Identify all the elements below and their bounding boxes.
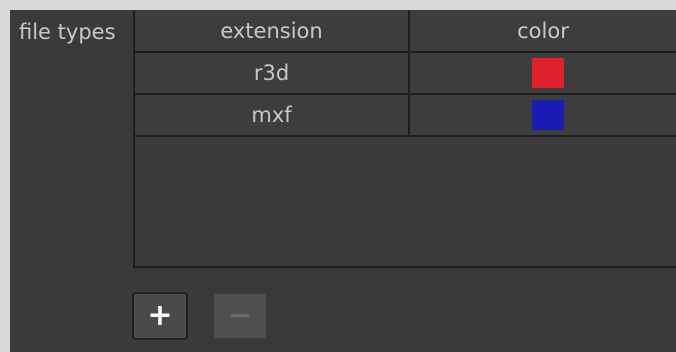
file-types-table: extension color r3d mxf — [133, 10, 676, 268]
table-row[interactable]: mxf — [135, 93, 676, 135]
color-cell[interactable] — [410, 95, 676, 135]
column-header-color[interactable]: color — [410, 10, 676, 51]
remove-file-type-button[interactable]: − — [212, 292, 268, 340]
table-row[interactable]: r3d — [135, 51, 676, 93]
extension-cell[interactable]: r3d — [135, 53, 410, 93]
color-cell[interactable] — [410, 53, 676, 93]
table-empty-area — [135, 135, 676, 266]
color-swatch[interactable] — [532, 58, 564, 88]
add-file-type-button[interactable]: + — [132, 292, 188, 340]
file-types-panel: file types extension color r3d mxf + − — [10, 10, 676, 352]
file-types-label: file types — [19, 20, 116, 44]
column-header-extension[interactable]: extension — [135, 10, 410, 51]
extension-cell[interactable]: mxf — [135, 95, 410, 135]
color-swatch[interactable] — [532, 100, 564, 130]
